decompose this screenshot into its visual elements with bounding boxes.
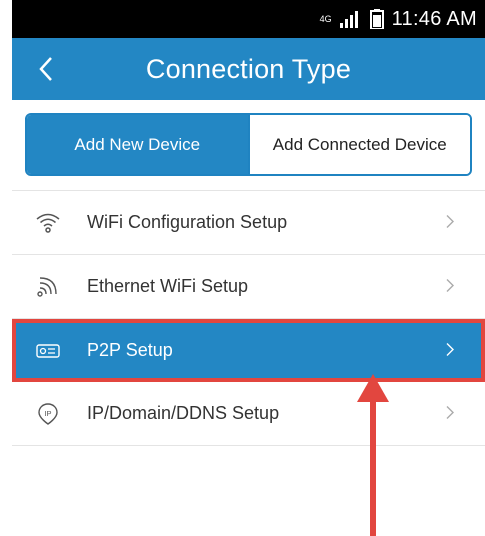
- list-item-label: WiFi Configuration Setup: [87, 212, 288, 232]
- list-item-wifi-configuration[interactable]: WiFi Configuration Setup: [12, 191, 485, 254]
- device-type-segment: Add New Device Add Connected Device: [25, 113, 472, 176]
- p2p-card-icon: [35, 338, 61, 364]
- signal-strength-icon: [339, 11, 358, 28]
- divider: [12, 445, 485, 446]
- connection-type-list: WiFi Configuration Setup Ethernet WiFi S…: [12, 190, 485, 446]
- chevron-right-icon: [446, 340, 455, 361]
- list-item-ethernet-wifi[interactable]: Ethernet WiFi Setup: [12, 255, 485, 318]
- wifi-icon: [35, 210, 61, 236]
- network-type-label: 4G: [319, 13, 332, 24]
- status-bar: 4G 11:46 AM: [12, 0, 485, 38]
- list-item-ip-domain-ddns[interactable]: IP IP/Domain/DDNS Setup: [12, 382, 485, 445]
- network-type-icon: 4G: [319, 13, 332, 24]
- chevron-right-icon: [446, 276, 455, 297]
- tab-add-new-device[interactable]: Add New Device: [27, 115, 248, 174]
- list-item-label: IP/Domain/DDNS Setup: [87, 403, 280, 423]
- ip-icon: IP: [35, 401, 61, 427]
- signal-waves-icon: [35, 274, 61, 300]
- page-title: Connection Type: [145, 53, 352, 84]
- chevron-right-icon: [446, 403, 455, 424]
- battery-icon: [369, 9, 384, 29]
- list-item-label: P2P Setup: [87, 340, 173, 360]
- app-bar: Connection Type: [12, 38, 485, 100]
- annotation-arrow-icon: [357, 374, 389, 536]
- chevron-right-icon: [446, 212, 455, 233]
- list-item-p2p-setup[interactable]: P2P Setup: [12, 319, 485, 382]
- svg-text:IP: IP: [44, 409, 51, 418]
- list-item-label: Ethernet WiFi Setup: [87, 276, 249, 296]
- tab-add-connected-device[interactable]: Add Connected Device: [247, 115, 470, 174]
- clock: 11:46 AM: [391, 7, 477, 30]
